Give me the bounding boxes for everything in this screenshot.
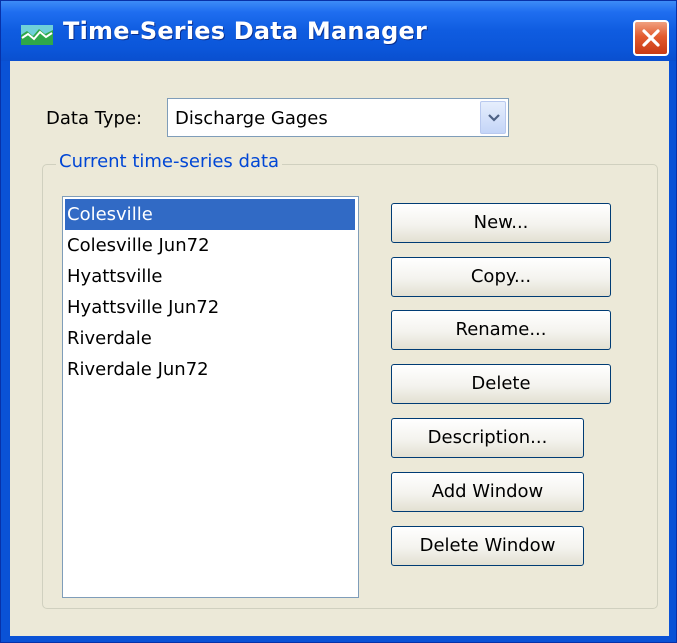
close-button[interactable] (633, 20, 669, 56)
window-title: Time-Series Data Manager (63, 17, 427, 45)
data-type-value: Discharge Gages (175, 108, 328, 129)
chevron-down-icon (488, 114, 500, 122)
hydrograph-app-icon (21, 25, 53, 45)
list-item-riverdale[interactable]: Riverdale (65, 323, 355, 354)
rename-button[interactable]: Rename... (391, 310, 611, 350)
dialog-body: Data Type: Discharge Gages Current time-… (10, 61, 669, 636)
copy-button[interactable]: Copy... (391, 257, 611, 297)
close-icon (642, 29, 660, 47)
data-type-label: Data Type: (46, 108, 143, 129)
list-item-hyattsville[interactable]: Hyattsville (65, 261, 355, 292)
add-window-button[interactable]: Add Window (391, 472, 584, 512)
list-item-hyattsville-jun72[interactable]: Hyattsville Jun72 (65, 292, 355, 323)
dialog-window: Time-Series Data Manager Data Type: Disc… (0, 0, 677, 643)
groupbox-title: Current time-series data (56, 151, 283, 172)
delete-window-button[interactable]: Delete Window (391, 526, 584, 566)
delete-button[interactable]: Delete (391, 364, 611, 404)
list-item-colesville[interactable]: Colesville (65, 199, 355, 230)
description-button[interactable]: Description... (391, 418, 584, 458)
time-series-list[interactable]: Colesville Colesville Jun72 Hyattsville … (62, 196, 359, 598)
list-item-colesville-jun72[interactable]: Colesville Jun72 (65, 230, 355, 261)
title-bar[interactable]: Time-Series Data Manager (1, 1, 676, 61)
new-button[interactable]: New... (391, 203, 611, 243)
data-type-dropdown[interactable]: Discharge Gages (167, 98, 509, 137)
list-item-riverdale-jun72[interactable]: Riverdale Jun72 (65, 354, 355, 385)
dropdown-arrow-button[interactable] (480, 101, 506, 134)
